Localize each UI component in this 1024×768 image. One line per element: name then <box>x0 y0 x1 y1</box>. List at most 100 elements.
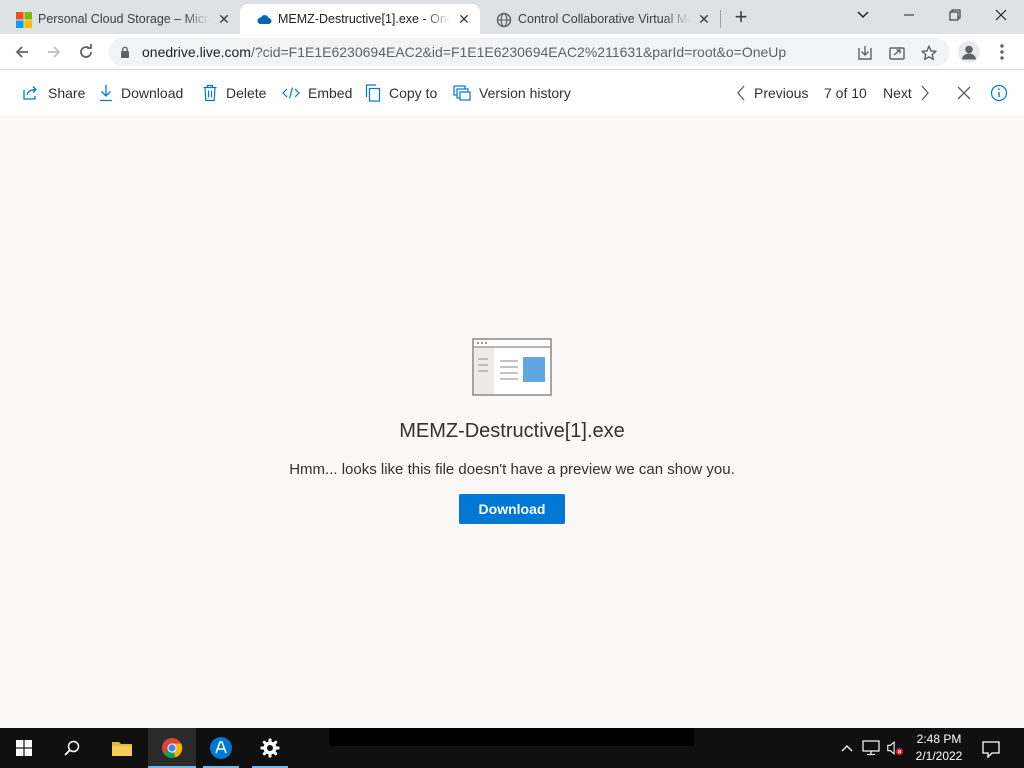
clock-time: 2:48 PM <box>916 732 962 746</box>
download-icon <box>100 85 112 102</box>
network-tray-button[interactable] <box>862 739 880 757</box>
windows-taskbar: 2:48 PM 2/1/2022 <box>0 728 1024 768</box>
browser-toolbar: onedrive.live.com/?cid=F1E1E6230694EAC2&… <box>0 34 1024 70</box>
tab-close-icon[interactable]: ✕ <box>456 11 472 27</box>
network-icon <box>862 740 880 756</box>
delete-button[interactable]: Delete <box>202 83 266 103</box>
next-button[interactable]: Next <box>883 83 938 103</box>
tab-search-button[interactable] <box>840 0 886 30</box>
search-button[interactable] <box>48 728 96 768</box>
file-explorer-button[interactable] <box>98 728 146 768</box>
forward-button[interactable] <box>41 39 67 65</box>
restore-button[interactable] <box>932 0 978 30</box>
download-command[interactable]: Download <box>99 83 183 103</box>
chrome-taskbar-button[interactable] <box>148 728 196 768</box>
url-path: /?cid=F1E1E6230694EAC2&id=F1E1E6230694EA… <box>250 44 787 60</box>
clock-date: 2/1/2022 <box>915 749 963 763</box>
arrow-left-icon <box>15 46 28 58</box>
lock-icon[interactable] <box>120 46 130 58</box>
minimize-icon <box>904 14 914 16</box>
new-tab-button[interactable]: + <box>727 4 755 32</box>
close-viewer-button[interactable] <box>956 83 980 103</box>
tab-title: MEMZ-Destructive[1].exe - OneDrive <box>278 12 450 26</box>
version-history-button[interactable]: Version history <box>453 83 571 103</box>
browser-tab-strip: Personal Cloud Storage – Microsoft ✕ MEM… <box>0 0 1024 34</box>
embed-button[interactable]: Embed <box>282 83 352 103</box>
tab-close-icon[interactable]: ✕ <box>216 11 232 27</box>
restore-icon <box>949 9 961 21</box>
address-bar[interactable]: onedrive.live.com/?cid=F1E1E6230694EAC2&… <box>108 38 950 66</box>
arrow-right-icon <box>48 46 61 58</box>
tab-control-virtual-machine[interactable]: Control Collaborative Virtual Machine ✕ <box>480 4 720 34</box>
chevron-down-icon <box>857 11 869 19</box>
reload-button[interactable] <box>73 39 99 65</box>
system-clock[interactable]: 2:48 PM 2/1/2022 <box>904 731 974 765</box>
info-button[interactable] <box>990 83 1016 103</box>
previous-button[interactable]: Previous <box>736 83 808 103</box>
volume-tray-button[interactable] <box>886 739 904 757</box>
url-host: onedrive.live.com <box>142 44 251 60</box>
file-preview-area: MEMZ-Destructive[1].exe Hmm... looks lik… <box>0 115 1024 728</box>
code-icon <box>282 87 300 99</box>
tab-memz-onedrive[interactable]: MEMZ-Destructive[1].exe - OneDrive ✕ <box>240 4 480 34</box>
settings-taskbar-button[interactable] <box>246 728 294 768</box>
close-icon <box>957 86 971 100</box>
previous-label: Previous <box>754 85 809 101</box>
download-button[interactable]: Download <box>459 494 565 524</box>
globe-icon <box>496 12 512 28</box>
azure-app-icon <box>210 737 232 759</box>
chevron-up-icon <box>841 745 853 752</box>
trash-icon <box>203 84 217 102</box>
reload-icon <box>80 44 92 58</box>
tab-separator <box>720 10 721 28</box>
volume-muted-icon <box>887 740 904 756</box>
notification-center-icon[interactable] <box>980 738 1002 760</box>
bookmark-star-icon[interactable] <box>920 44 938 62</box>
chevron-left-icon <box>737 85 745 101</box>
share-page-icon[interactable] <box>888 44 906 62</box>
microsoft-logo-icon <box>16 12 32 28</box>
close-window-button[interactable] <box>978 0 1024 30</box>
delete-label: Delete <box>226 85 267 101</box>
tab-close-icon[interactable]: ✕ <box>696 11 712 27</box>
copy-to-button[interactable]: Copy to <box>365 83 437 103</box>
copy-icon <box>365 84 381 102</box>
tab-title: Personal Cloud Storage – Microsoft <box>38 12 210 26</box>
no-preview-file-icon <box>472 338 552 396</box>
embed-label: Embed <box>308 85 353 101</box>
onedrive-command-bar: Share Download Delete Embed Copy to Vers… <box>0 71 1024 115</box>
share-icon <box>23 86 37 100</box>
file-name: MEMZ-Destructive[1].exe <box>399 420 625 442</box>
more-options-icon[interactable] <box>994 42 1010 62</box>
copy-to-label: Copy to <box>389 85 438 101</box>
download-label: Download <box>121 85 184 101</box>
no-preview-message: Hmm... looks like this file doesn't have… <box>289 461 735 478</box>
redacted-region <box>329 728 694 746</box>
share-label: Share <box>48 85 86 101</box>
gear-icon <box>260 738 280 758</box>
chevron-right-icon <box>921 85 929 101</box>
chrome-icon <box>162 738 183 759</box>
share-button[interactable]: Share <box>22 83 85 103</box>
close-icon <box>995 9 1007 21</box>
minimize-button[interactable] <box>886 0 932 30</box>
install-app-icon[interactable] <box>856 44 874 62</box>
tab-title: Control Collaborative Virtual Machine <box>518 12 690 26</box>
tab-personal-cloud-storage[interactable]: Personal Cloud Storage – Microsoft ✕ <box>0 4 240 34</box>
azure-taskbar-button[interactable] <box>197 728 245 768</box>
item-counter: 7 of 10 <box>824 85 867 101</box>
show-hidden-icons-button[interactable] <box>838 739 856 757</box>
person-icon <box>962 45 976 60</box>
onedrive-cloud-icon <box>257 15 272 24</box>
url-text: onedrive.live.com/?cid=F1E1E6230694EAC2&… <box>142 44 786 60</box>
version-history-label: Version history <box>479 85 571 101</box>
info-icon <box>990 84 1008 102</box>
folder-icon <box>112 742 132 756</box>
version-history-icon <box>453 85 471 101</box>
profile-avatar[interactable] <box>958 41 980 63</box>
start-button[interactable] <box>0 728 48 768</box>
windows-logo-icon <box>16 740 32 756</box>
search-icon <box>64 740 80 756</box>
next-label: Next <box>883 85 912 101</box>
back-button[interactable] <box>9 39 35 65</box>
